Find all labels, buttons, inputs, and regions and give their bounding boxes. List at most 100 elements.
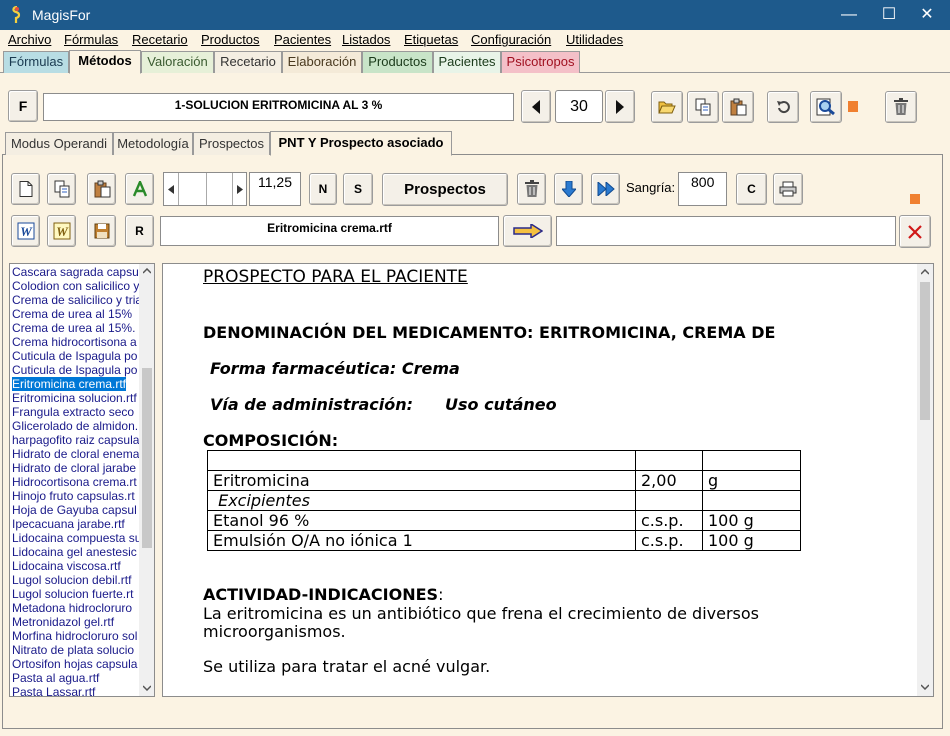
document-editor[interactable]: PROSPECTO PARA EL PACIENTE DENOMINACIÓN … [162, 263, 934, 697]
menu-etiquetas[interactable]: Etiquetas [404, 32, 458, 47]
scroll-down-icon[interactable] [921, 684, 929, 690]
file-list-scroll-thumb[interactable] [142, 368, 152, 548]
file-list-item[interactable]: Lidocaina viscosa.rtf [12, 559, 121, 573]
editor-scroll-thumb[interactable] [920, 282, 930, 420]
menu-recetario[interactable]: Recetario [132, 32, 188, 47]
tab-recetario[interactable]: Recetario [214, 51, 282, 73]
preview-button[interactable] [810, 91, 842, 123]
wordpad-button[interactable]: W [47, 215, 76, 247]
font-button[interactable] [125, 173, 154, 205]
file-list-item[interactable]: Cuticula de Ispagula po [12, 349, 137, 363]
file-list-item[interactable]: Pasta Lassar.rtf [12, 685, 95, 696]
font-size-slider[interactable] [163, 172, 247, 206]
tab-elaboracion[interactable]: Elaboración [282, 51, 362, 73]
delete-record-button[interactable] [885, 91, 917, 123]
file-list-item[interactable]: Lidocaina gel anestesic [12, 545, 137, 559]
clear-button[interactable] [899, 215, 931, 248]
menu-utilidades[interactable]: Utilidades [566, 32, 623, 47]
f-button[interactable]: F [8, 90, 38, 122]
subtab-pnt-prospecto[interactable]: PNT Y Prospecto asociado [270, 131, 452, 156]
subtab-prospectos[interactable]: Prospectos [193, 132, 270, 155]
formula-name-field[interactable]: 1-SOLUCION ERITROMICINA AL 3 % [43, 93, 514, 121]
scroll-up-icon[interactable] [143, 268, 151, 274]
menu-listados[interactable]: Listados [342, 32, 390, 47]
save-button[interactable] [87, 215, 116, 247]
file-list-item[interactable]: Nitrato de plata solucio [12, 643, 134, 657]
s-button[interactable]: S [343, 173, 373, 205]
tab-psicotropos[interactable]: Psicotropos [501, 51, 580, 73]
file-list-item[interactable]: Crema de salicilico y tria [12, 293, 142, 307]
c-button[interactable]: C [736, 173, 767, 205]
skip-forward-button[interactable] [591, 173, 620, 205]
menu-pacientes[interactable]: Pacientes [274, 32, 331, 47]
file-list-item[interactable]: Hidrocortisona crema.rt [12, 475, 137, 489]
file-list-item[interactable]: Hinojo fruto capsulas.rt [12, 489, 135, 503]
undo-button[interactable] [767, 91, 799, 123]
file-list-item[interactable]: Metadona hidrocloruro [12, 601, 132, 615]
file-list-item[interactable]: Metronidazol gel.rtf [12, 615, 114, 629]
move-down-button[interactable] [554, 173, 583, 205]
file-list-item[interactable]: Eritromicina crema.rtf [12, 377, 127, 391]
menu-configuracion[interactable]: Configuración [471, 32, 551, 47]
file-list-item[interactable]: Cuticula de Ispagula po [12, 363, 137, 377]
file-list-item[interactable]: Colodion con salicilico y [12, 279, 139, 293]
file-list-item[interactable]: Ipecacuana jarabe.rtf [12, 517, 125, 531]
doc-via-value: Uso cutáneo [445, 395, 557, 414]
menu-productos[interactable]: Productos [201, 32, 260, 47]
subtab-modus-operandi[interactable]: Modus Operandi [5, 132, 113, 155]
scroll-up-icon[interactable] [921, 269, 929, 275]
r-button[interactable]: R [125, 215, 154, 247]
file-list-item[interactable]: Hoja de Gayuba capsul [12, 503, 137, 517]
file-list-item[interactable]: Hidrato de cloral enema [12, 447, 139, 461]
copy-text-button[interactable] [47, 173, 76, 205]
font-size-field[interactable]: 11,25 [249, 172, 301, 206]
file-list-item[interactable]: Morfina hidrocloruro sol [12, 629, 137, 643]
prev-record-button[interactable] [521, 90, 551, 123]
file-list-item[interactable]: Hidrato de cloral jarabe [12, 461, 136, 475]
file-list-item[interactable]: Ortosifon hojas capsula [12, 657, 137, 671]
file-list-item[interactable]: Crema de urea al 15%. [12, 321, 135, 335]
file-list-item[interactable]: Crema hidrocortisona a [12, 335, 137, 349]
send-arrow-button[interactable] [503, 215, 552, 247]
file-list-scrollbar[interactable] [139, 264, 154, 696]
delete-text-button[interactable] [517, 173, 546, 205]
menu-formulas[interactable]: Fórmulas [64, 32, 118, 47]
file-list-item[interactable]: harpagofito raiz capsula [12, 433, 139, 447]
table-cell [207, 450, 636, 471]
sangria-field[interactable]: 800 [678, 172, 727, 206]
bold-n-button[interactable]: N [309, 173, 337, 205]
file-list-item[interactable]: Lugol solucion fuerte.rt [12, 587, 133, 601]
tab-productos[interactable]: Productos [362, 51, 433, 73]
tab-metodos[interactable]: Métodos [69, 50, 141, 74]
prospectos-button[interactable]: Prospectos [382, 173, 508, 206]
editor-scrollbar[interactable] [917, 264, 933, 696]
target-field[interactable] [556, 216, 896, 246]
menu-archivo[interactable]: Archivo [8, 32, 51, 47]
file-list-item[interactable]: Frangula extracto seco [12, 405, 134, 419]
file-list-item[interactable]: Eritromicina solucion.rtf [12, 391, 137, 405]
close-window-button[interactable]: ✕ [904, 0, 950, 30]
file-list-item[interactable]: Cascara sagrada capsulas [12, 265, 154, 279]
tab-valoracion[interactable]: Valoración [141, 51, 214, 73]
scroll-down-icon[interactable] [143, 685, 151, 691]
file-list-item[interactable]: Lugol solucion debil.rtf [12, 573, 131, 587]
copy-button[interactable] [687, 91, 719, 123]
subtab-metodologia[interactable]: Metodología [113, 132, 193, 155]
tab-formulas[interactable]: Fórmulas [3, 51, 69, 73]
file-list-item[interactable]: Crema de urea al 15% [12, 307, 132, 321]
paste-button[interactable] [722, 91, 754, 123]
file-list-item[interactable]: Lidocaina compuesta su [12, 531, 141, 545]
table-cell: 100 g [702, 530, 801, 551]
tab-pacientes[interactable]: Pacientes [433, 51, 501, 73]
file-list-item[interactable]: Glicerolado de almidon. [12, 419, 138, 433]
new-doc-button[interactable] [11, 173, 40, 205]
paste-text-button[interactable] [87, 173, 116, 205]
file-list-item[interactable]: Pasta al agua.rtf [12, 671, 99, 685]
word-button[interactable]: W [11, 215, 40, 247]
next-record-button[interactable] [605, 90, 635, 123]
file-name-field[interactable]: Eritromicina crema.rtf [160, 216, 499, 246]
print-button[interactable] [773, 173, 803, 205]
file-list[interactable]: Cascara sagrada capsulas Colodion con sal… [9, 263, 155, 697]
record-number-field[interactable]: 30 [555, 90, 603, 123]
open-button[interactable] [651, 91, 683, 123]
